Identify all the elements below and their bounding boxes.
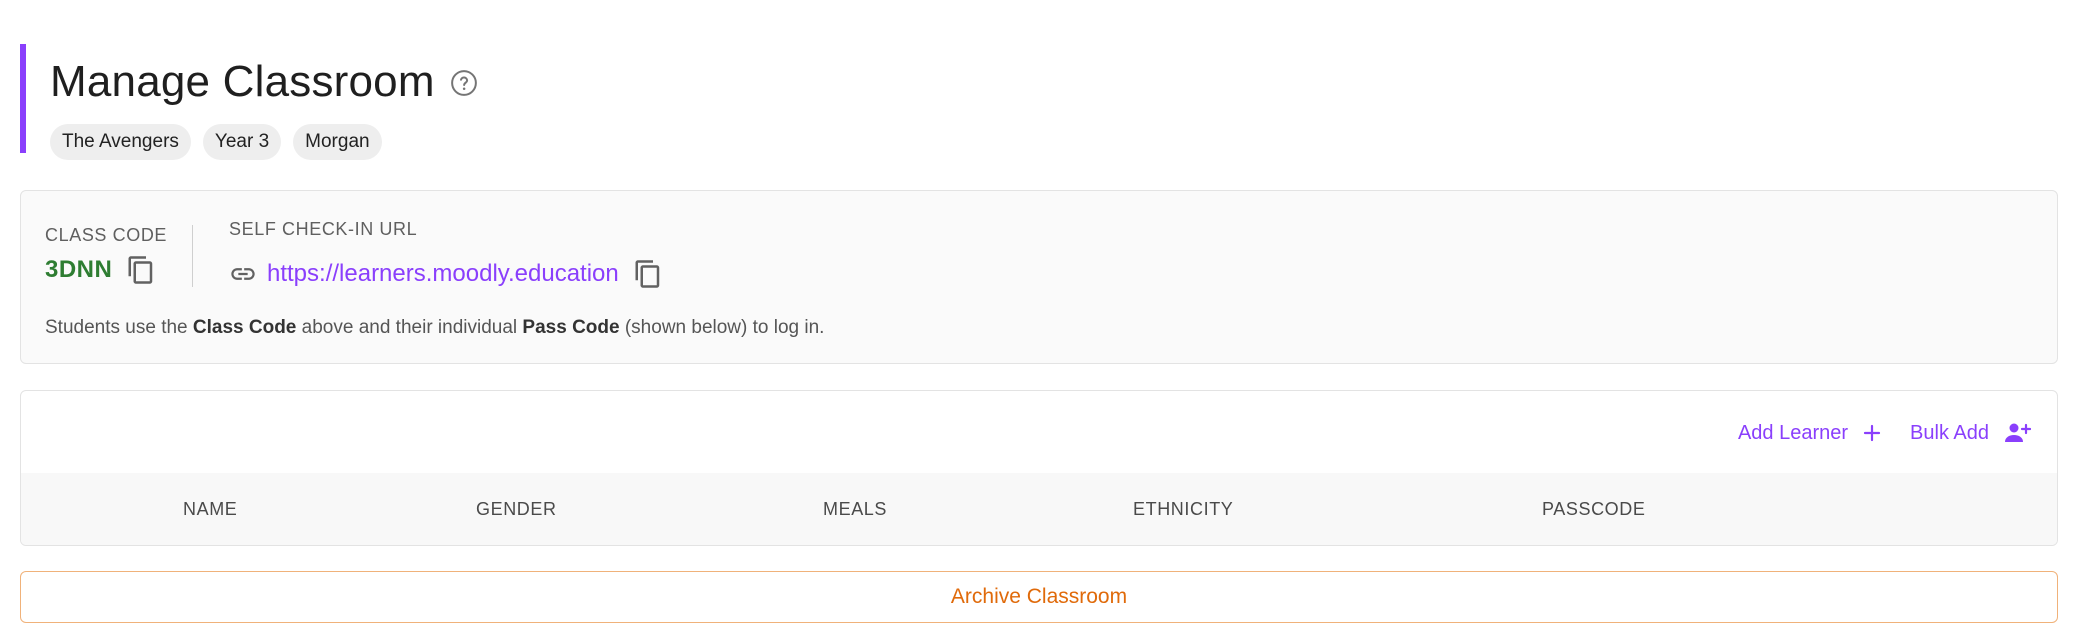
login-instructions: Students use the Class Code above and th… [45,317,824,339]
manage-classroom-page: Manage Classroom The Avengers Year 3 Mor… [0,0,2074,640]
classroom-tags: The Avengers Year 3 Morgan [50,124,479,160]
section-divider [192,225,193,287]
copy-url-icon[interactable] [633,258,663,290]
self-checkin-url-link[interactable]: https://learners.moodly.education [267,260,619,288]
column-header-name[interactable]: NAME [183,499,237,520]
instructions-pass-code: Pass Code [522,317,620,338]
instructions-text-2: above and their individual [296,317,523,338]
tag-chip-year: Year 3 [202,124,282,160]
learners-table-card: Add Learner Bulk Add NAME GENDER MEALS E… [20,390,2058,546]
class-code-value: 3DNN [45,256,113,283]
bulk-add-label: Bulk Add [1910,421,1989,444]
class-code-card: CLASS CODE 3DNN SELF CHECK-IN URL https:… [20,190,2058,364]
class-code-label: CLASS CODE [45,225,168,245]
person-add-icon [2003,421,2031,445]
help-circle-icon[interactable] [449,68,479,98]
self-checkin-url-section: SELF CHECK-IN URL https://learners.moodl… [229,219,663,290]
link-icon [229,260,257,288]
column-header-ethnicity[interactable]: ETHNICITY [1133,499,1233,520]
tag-chip-class-name: The Avengers [50,124,191,160]
copy-class-code-icon[interactable] [126,254,156,286]
class-code-row: 3DNN [45,254,167,286]
archive-classroom-button[interactable]: Archive Classroom [20,571,2058,623]
tag-chip-teacher: Morgan [293,124,382,160]
self-checkin-url-row: https://learners.moodly.education [229,258,663,290]
title-row: Manage Classroom [50,50,479,114]
add-learner-label: Add Learner [1737,421,1849,444]
plus-icon [1862,423,1882,443]
instructions-text-3: (shown below) to log in. [619,317,825,338]
column-header-meals[interactable]: MEALS [823,499,887,520]
table-actions: Add Learner Bulk Add [1738,421,2031,445]
add-learner-button[interactable]: Add Learner [1738,422,1882,445]
column-header-passcode[interactable]: PASSCODE [1542,499,1646,520]
column-header-gender[interactable]: GENDER [476,499,557,520]
page-header: Manage Classroom The Avengers Year 3 Mor… [20,44,479,160]
learners-table-header: NAME GENDER MEALS ETHNICITY PASSCODE [21,473,2057,545]
bulk-add-button[interactable]: Bulk Add [1910,421,2031,445]
class-code-section: CLASS CODE 3DNN [45,225,167,286]
self-checkin-url-label: SELF CHECK-IN URL [229,219,418,239]
page-title: Manage Classroom [50,57,435,106]
instructions-class-code: Class Code [192,317,297,338]
instructions-text-1: Students use the [45,317,193,338]
